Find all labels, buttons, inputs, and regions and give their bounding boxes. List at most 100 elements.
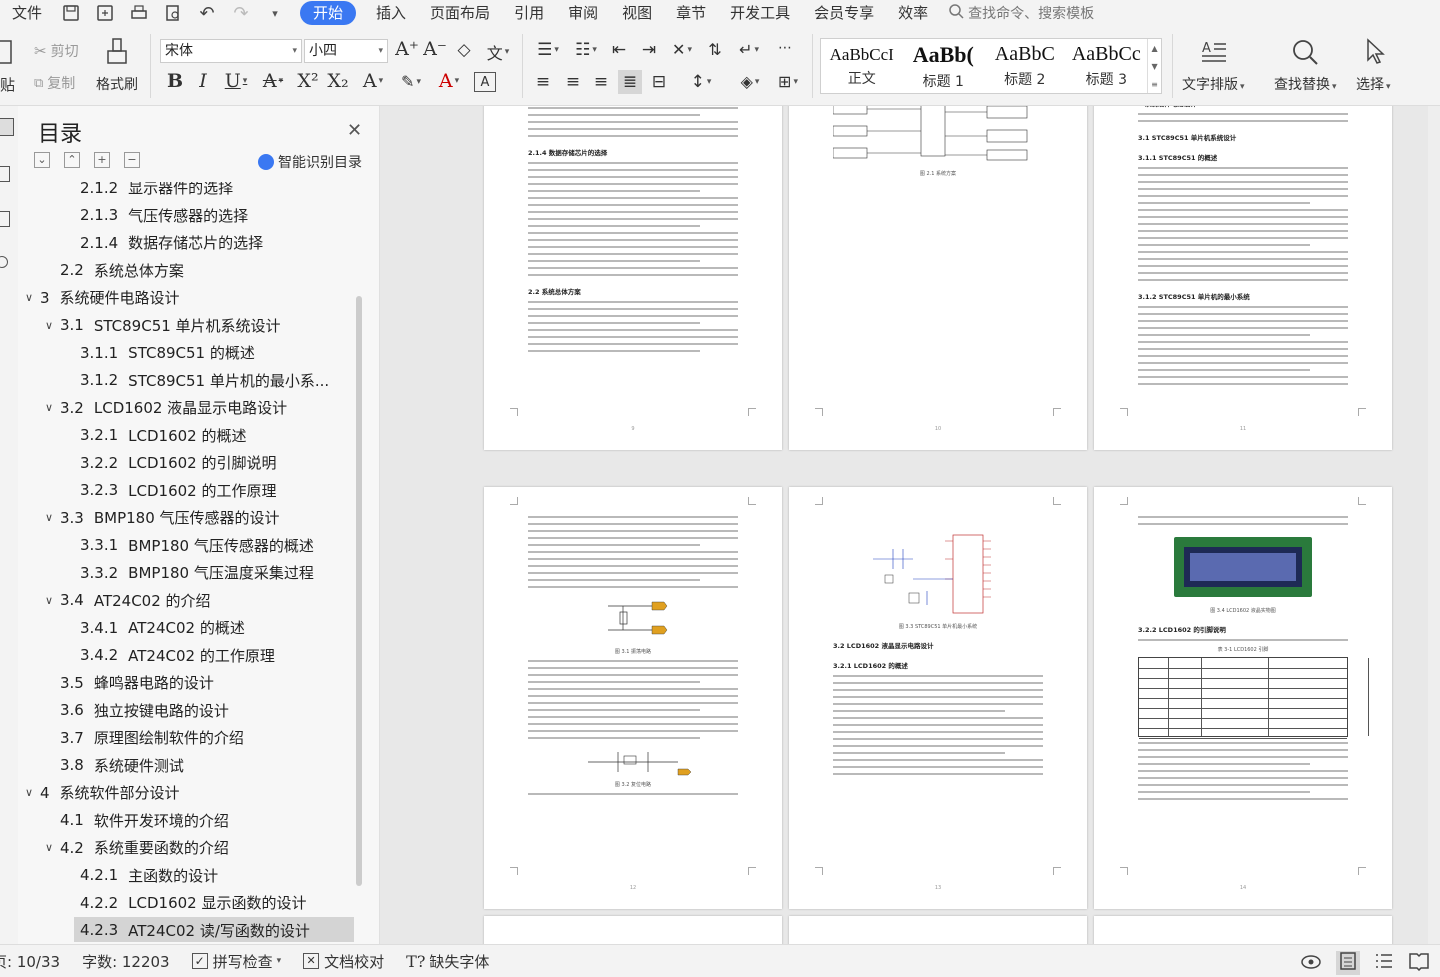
toc-item[interactable]: 4.1 软件开发环境的介绍 — [18, 807, 358, 834]
justify-icon[interactable]: ≣ — [618, 70, 642, 94]
document-scrollbar[interactable] — [1428, 106, 1440, 944]
export-icon[interactable] — [94, 2, 116, 24]
toc-item[interactable]: 4.2.1 主函数的设计 — [18, 862, 358, 889]
redo-icon[interactable]: ↷ — [230, 2, 252, 24]
toc-item[interactable]: ∨ 3.2 LCD1602 液晶显示电路设计 — [18, 394, 358, 421]
chevron-down-icon[interactable]: ∨ — [22, 291, 36, 304]
toc-item[interactable]: 3.2.1 LCD1602 的概述 — [18, 422, 358, 449]
tab-stop-icon[interactable]: ⋯ — [772, 40, 798, 56]
tab-efficiency[interactable]: 效率 — [886, 0, 940, 26]
toc-item[interactable]: ∨ 3.3 BMP180 气压传感器的设计 — [18, 504, 358, 531]
tab-insert[interactable]: 插入 — [364, 0, 418, 26]
chevron-down-icon[interactable]: ∨ — [42, 841, 56, 854]
chevron-down-icon[interactable]: ∨ — [42, 511, 56, 524]
align-center-icon[interactable]: ≡ — [562, 72, 584, 92]
style-heading-3[interactable]: AaBbCc 标题 3 — [1066, 39, 1148, 93]
search-icon[interactable] — [0, 256, 8, 268]
word-count[interactable]: 字数: 12203 — [82, 951, 170, 972]
chevron-up-icon[interactable]: ▲ — [1151, 44, 1157, 53]
command-search[interactable]: 查找命令、搜索模板 — [948, 3, 1094, 23]
style-heading-1[interactable]: AaBb( 标题 1 — [903, 39, 985, 93]
chevron-down-icon[interactable]: ∨ — [42, 594, 56, 607]
toc-item[interactable]: 2.1.3 气压传感器的选择 — [18, 202, 358, 229]
font-size-select[interactable]: 小四 ▾ — [304, 39, 388, 63]
shrink-font-icon[interactable]: A⁻ — [423, 38, 447, 60]
page-view-icon[interactable] — [1336, 951, 1360, 975]
numbered-list-icon[interactable]: ☷ ▾ — [570, 40, 602, 60]
find-replace-button[interactable]: 查找替换 ▾ — [1274, 38, 1337, 94]
decrease-indent-icon[interactable]: ⇤ — [608, 40, 630, 60]
highlight-icon[interactable]: ✎ ▾ — [396, 72, 426, 91]
smart-toc-button[interactable]: 智能识别目录 — [258, 152, 362, 172]
increase-indent-icon[interactable]: ⇥ — [638, 40, 660, 60]
chinese-layout-icon[interactable]: ✕ ▾ — [666, 40, 698, 59]
chevron-down-icon[interactable]: ∨ — [22, 786, 36, 799]
cut-button[interactable]: ✂ 剪切 — [34, 41, 79, 61]
tab-developer[interactable]: 开发工具 — [718, 0, 802, 26]
chevron-down-icon[interactable]: ∨ — [42, 401, 56, 414]
text-effect-icon[interactable]: A ▾ — [358, 70, 388, 92]
add-heading-icon[interactable]: + — [94, 152, 110, 168]
style-heading-2[interactable]: AaBbC 标题 2 — [984, 39, 1066, 93]
toc-item[interactable]: 3.8 系统硬件测试 — [18, 752, 358, 779]
tab-view[interactable]: 视图 — [610, 0, 664, 26]
toc-item[interactable]: 3.3.2 BMP180 气压温度采集过程 — [18, 559, 358, 586]
missing-font-button[interactable]: T? 缺失字体 — [406, 951, 489, 972]
save-icon[interactable] — [60, 2, 82, 24]
document-area[interactable]: 2.1.4 数据存储芯片的选择 2.2 系统总体方案 9 图 2.1 系统方案 10 3 … — [380, 106, 1440, 944]
select-button[interactable]: 选择 ▾ — [1356, 38, 1391, 94]
remove-heading-icon[interactable]: − — [124, 152, 140, 168]
toc-item[interactable]: ∨ 4.2 系统重要函数的介绍 — [18, 834, 358, 861]
toc-item[interactable]: 4.2.3 AT24C02 读/写函数的设计 — [74, 916, 354, 942]
toc-item[interactable]: 3.5 蜂鸣器电路的设计 — [18, 669, 358, 696]
align-right-icon[interactable]: ≡ — [590, 72, 612, 92]
italic-icon[interactable]: I — [194, 70, 212, 92]
strikethrough-icon[interactable]: A ▾ — [258, 70, 288, 92]
font-name-select[interactable]: 宋体 ▾ — [160, 39, 302, 63]
expand-all-icon[interactable]: ⌃ — [64, 152, 80, 168]
text-layout-button[interactable]: A 文字排版 ▾ — [1182, 38, 1245, 94]
toc-item[interactable]: 3.4.2 AT24C02 的工作原理 — [18, 642, 358, 669]
underline-icon[interactable]: U ▾ — [222, 70, 250, 92]
collapse-all-icon[interactable]: ⌄ — [34, 152, 50, 168]
chevron-down-icon[interactable]: ▾ — [264, 2, 286, 24]
style-scroll[interactable]: ▲ ▼ ≡ — [1147, 39, 1161, 93]
toc-item[interactable]: 3.1.2 STC89C51 单片机的最小系... — [18, 367, 358, 394]
toc-item[interactable]: 3.4.1 AT24C02 的概述 — [18, 614, 358, 641]
toc-panel-icon[interactable] — [0, 118, 14, 136]
bookmark-icon[interactable] — [0, 166, 10, 182]
bold-icon[interactable]: B — [166, 70, 184, 92]
align-left-icon[interactable]: ≡ — [532, 72, 554, 92]
tab-home[interactable]: 开始 — [300, 1, 357, 25]
page-indicator[interactable]: 页: 10/33 — [0, 951, 60, 972]
outline-view-icon[interactable] — [1374, 951, 1394, 975]
sort-icon[interactable]: ⇅ — [704, 40, 726, 59]
toc-item[interactable]: 3.2.2 LCD1602 的引脚说明 — [18, 449, 358, 476]
distribute-icon[interactable]: ⊟ — [648, 72, 670, 92]
toc-item[interactable]: 3.2.3 LCD1602 的工作原理 — [18, 477, 358, 504]
chevron-down-icon[interactable]: ∨ — [42, 319, 56, 332]
proofread-button[interactable]: ✕ 文档校对 — [303, 951, 384, 972]
toc-item[interactable]: 3.3.1 BMP180 气压传感器的概述 — [18, 532, 358, 559]
style-normal[interactable]: AaBbCcI 正文 — [821, 39, 903, 93]
grow-font-icon[interactable]: A⁺ — [395, 38, 419, 60]
toc-item[interactable]: ∨ 3.1 STC89C51 单片机系统设计 — [18, 312, 358, 339]
format-painter-button[interactable]: 格式刷 — [96, 38, 138, 94]
bullet-list-icon[interactable]: ☰ ▾ — [532, 40, 564, 60]
toc-item[interactable]: ∨ 4 系统软件部分设计 — [18, 779, 358, 806]
tab-references[interactable]: 引用 — [502, 0, 556, 26]
tab-page-layout[interactable]: 页面布局 — [418, 0, 502, 26]
thumbnail-icon[interactable] — [0, 211, 10, 227]
tab-chapter[interactable]: 章节 — [664, 0, 718, 26]
font-color-icon[interactable]: A ▾ — [434, 70, 464, 92]
toc-item[interactable]: 2.2 系统总体方案 — [18, 257, 358, 284]
paste-icon[interactable] — [0, 36, 16, 66]
toc-item[interactable]: 3.1.1 STC89C51 的概述 — [18, 339, 358, 366]
expand-icon[interactable]: ≡ — [1151, 80, 1158, 89]
toc-item[interactable]: 3.7 原理图绘制软件的介绍 — [18, 724, 358, 751]
char-border-icon[interactable]: A — [474, 72, 496, 92]
print-icon[interactable] — [128, 2, 150, 24]
tab-member[interactable]: 会员专享 — [802, 0, 886, 26]
show-marks-icon[interactable]: ↵ ▾ — [734, 40, 764, 59]
preview-icon[interactable] — [162, 2, 184, 24]
